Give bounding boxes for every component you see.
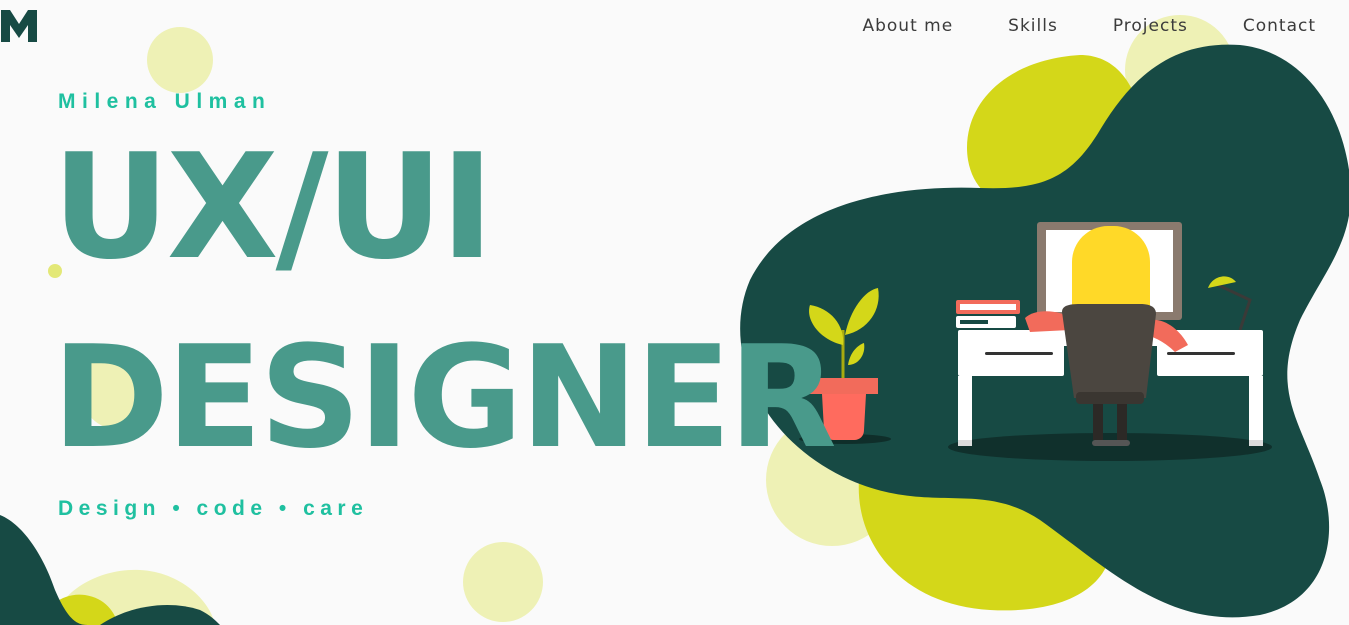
hero-title-line2: DESIGNER xyxy=(52,316,837,480)
hero-tagline: Design • code • care xyxy=(58,497,369,520)
nav-contact[interactable]: Contact xyxy=(1243,16,1316,36)
nav-skills[interactable]: Skills xyxy=(1008,16,1058,36)
main-nav: About me Skills Projects Contact xyxy=(862,16,1316,36)
nav-about-me[interactable]: About me xyxy=(862,16,953,36)
pale-circle-bottom xyxy=(463,542,543,622)
logo[interactable] xyxy=(0,8,38,44)
pale-circle-top xyxy=(147,27,213,93)
logo-m-icon xyxy=(1,10,37,42)
hero-title-line1: UX/UI xyxy=(52,123,494,292)
hero-name: Milena Ulman xyxy=(58,90,272,113)
nav-projects[interactable]: Projects xyxy=(1113,16,1188,36)
